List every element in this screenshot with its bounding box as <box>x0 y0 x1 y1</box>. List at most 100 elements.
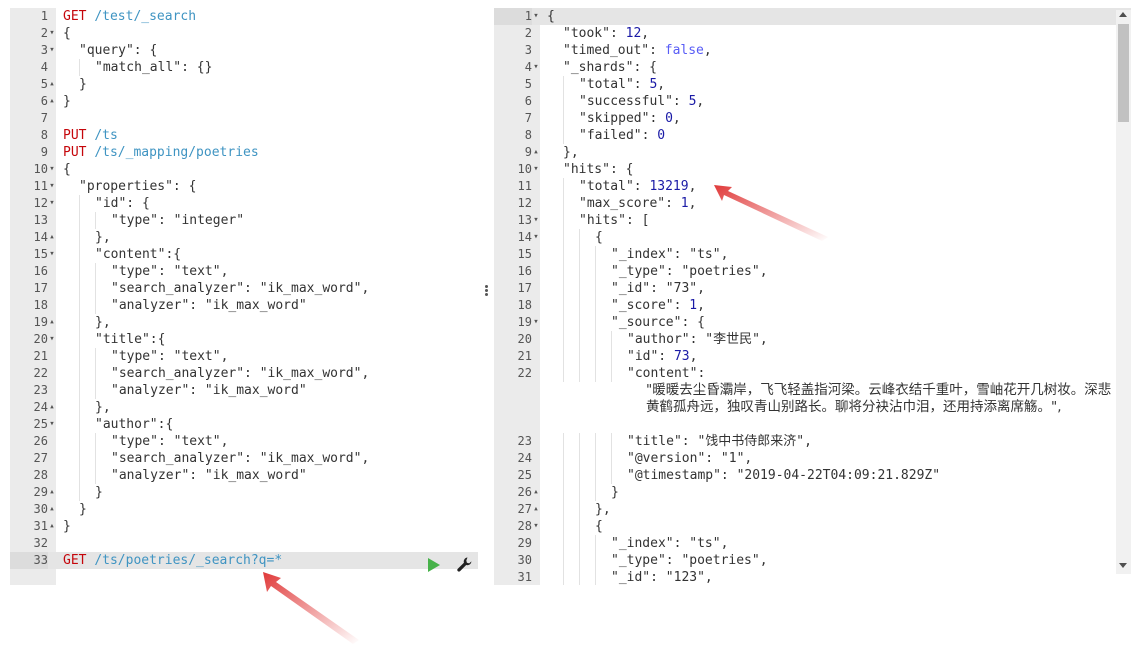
fold-toggle-icon[interactable]: ▴ <box>48 484 56 501</box>
response-viewer[interactable]: 1 ▾{2 "took": 12, 3 "timed_out": false, 4 ▾ "_s… <box>494 8 1131 585</box>
code-line[interactable]: 16 "type": "text", <box>10 263 478 280</box>
code-text[interactable]: "type": "text", <box>63 433 478 450</box>
code-text[interactable]: "analyzer": "ik_max_word" <box>63 297 478 314</box>
code-line[interactable]: 5 ▴} <box>10 76 478 93</box>
code-line[interactable]: 8 PUT /ts <box>10 127 478 144</box>
fold-toggle-icon[interactable]: ▴ <box>532 484 540 501</box>
fold-toggle-icon[interactable]: ▾ <box>48 246 56 263</box>
code-text[interactable]: } <box>63 76 478 93</box>
code-line[interactable]: 32 <box>10 535 478 552</box>
code-line[interactable]: 13 "type": "integer" <box>10 212 478 229</box>
code-text[interactable]: PUT /ts/_mapping/poetries <box>63 144 478 161</box>
code-line[interactable]: 15 ▾ "content":{ <box>10 246 478 263</box>
request-editor[interactable]: 1 GET /test/_search 2 ▾{3 ▾ "query": {4 "match… <box>10 8 478 585</box>
code-line[interactable]: 7 <box>10 110 478 127</box>
code-line[interactable]: 4 "match_all": {} <box>10 59 478 76</box>
code-line[interactable]: 1 GET /test/_search <box>10 8 478 25</box>
code-text[interactable]: "type": "text", <box>63 348 478 365</box>
code-text[interactable]: "search_analyzer": "ik_max_word", <box>63 280 478 297</box>
pane-resizer-handle[interactable] <box>483 284 489 298</box>
code-text[interactable]: PUT /ts <box>63 127 478 144</box>
fold-toggle-icon[interactable]: ▾ <box>532 518 540 535</box>
code-line[interactable]: 22 "search_analyzer": "ik_max_word", <box>10 365 478 382</box>
code-line[interactable]: 14 ▴}, <box>10 229 478 246</box>
code-line[interactable]: 25 ▾ "author":{ <box>10 416 478 433</box>
fold-toggle-icon[interactable]: ▴ <box>532 501 540 518</box>
code-line[interactable]: 17 "search_analyzer": "ik_max_word", <box>10 280 478 297</box>
wrench-icon[interactable] <box>456 556 472 574</box>
code-text[interactable]: "title":{ <box>63 331 478 348</box>
code-text[interactable]: { <box>63 25 478 42</box>
scrollbar-thumb[interactable] <box>1118 24 1129 122</box>
code-text[interactable]: "content":{ <box>63 246 478 263</box>
fold-toggle-icon[interactable]: ▾ <box>48 42 56 59</box>
code-line[interactable]: 19 ▴}, <box>10 314 478 331</box>
fold-toggle-icon[interactable]: ▾ <box>532 59 540 76</box>
fold-toggle-icon[interactable]: ▴ <box>532 144 540 161</box>
fold-toggle-icon[interactable]: ▴ <box>48 93 56 110</box>
code-line[interactable]: 2 ▾ { <box>10 25 478 42</box>
code-text[interactable]: }, <box>63 229 478 246</box>
request-lines[interactable]: 1 GET /test/_search 2 ▾{3 ▾ "query": {4 "match… <box>10 8 478 569</box>
code-text[interactable]: "match_all": {} <box>63 59 478 76</box>
fold-toggle-icon[interactable]: ▴ <box>48 399 56 416</box>
fold-toggle-icon[interactable]: ▾ <box>48 195 56 212</box>
code-text[interactable]: "type": "text", <box>63 263 478 280</box>
code-line[interactable]: 33 GET /ts/poetries/_search?q=* <box>10 552 478 569</box>
fold-toggle-icon[interactable]: ▾ <box>532 229 540 246</box>
code-line[interactable]: 31 ▴} <box>10 518 478 535</box>
code-line[interactable]: 3 ▾ "query": { <box>10 42 478 59</box>
code-text[interactable]: } <box>63 484 478 501</box>
code-line[interactable]: 30 ▴} <box>10 501 478 518</box>
code-line[interactable]: 10 ▾ { <box>10 161 478 178</box>
code-line[interactable]: 6 ▴} <box>10 93 478 110</box>
fold-toggle-icon[interactable]: ▾ <box>48 25 56 42</box>
code-text[interactable]: "search_analyzer": "ik_max_word", <box>63 450 478 467</box>
code-text[interactable]: "id": { <box>63 195 478 212</box>
fold-toggle-icon[interactable]: ▾ <box>532 212 540 229</box>
indent-guide <box>595 569 611 585</box>
code-line[interactable]: 12 ▾ "id": { <box>10 195 478 212</box>
code-text[interactable]: } <box>63 93 478 110</box>
code-text[interactable]: }, <box>63 399 478 416</box>
fold-toggle-icon[interactable]: ▴ <box>48 76 56 93</box>
fold-toggle-icon[interactable]: ▴ <box>48 314 56 331</box>
fold-toggle-icon[interactable]: ▴ <box>48 518 56 535</box>
code-text[interactable]: "analyzer": "ik_max_word" <box>63 382 478 399</box>
code-line[interactable]: 27 "search_analyzer": "ik_max_word", <box>10 450 478 467</box>
fold-toggle-icon[interactable]: ▾ <box>48 178 56 195</box>
code-text[interactable]: }, <box>63 314 478 331</box>
code-text[interactable]: "type": "integer" <box>63 212 478 229</box>
code-line[interactable]: 9 PUT /ts/_mapping/poetries <box>10 144 478 161</box>
code-text[interactable]: { <box>63 161 478 178</box>
code-line[interactable]: 28 "analyzer": "ik_max_word" <box>10 467 478 484</box>
code-text[interactable]: "search_analyzer": "ik_max_word", <box>63 365 478 382</box>
code-text[interactable]: } <box>63 501 478 518</box>
fold-toggle-icon[interactable]: ▾ <box>532 8 540 25</box>
code-text[interactable]: "author":{ <box>63 416 478 433</box>
code-text[interactable]: "analyzer": "ik_max_word" <box>63 467 478 484</box>
code-line[interactable]: 29 ▴} <box>10 484 478 501</box>
scroll-up-arrow-icon[interactable] <box>1119 12 1127 17</box>
code-line[interactable]: 20 ▾ "title":{ <box>10 331 478 348</box>
fold-toggle-icon[interactable]: ▴ <box>48 229 56 246</box>
code-line[interactable]: 11 ▾ "properties": { <box>10 178 478 195</box>
code-line[interactable]: 21 "type": "text", <box>10 348 478 365</box>
code-line[interactable]: 26 "type": "text", <box>10 433 478 450</box>
fold-toggle-icon[interactable]: ▾ <box>48 331 56 348</box>
fold-toggle-icon[interactable]: ▾ <box>48 416 56 433</box>
run-request-button[interactable] <box>428 558 440 572</box>
fold-toggle-icon[interactable]: ▾ <box>532 161 540 178</box>
scroll-down-arrow-icon[interactable] <box>1119 563 1127 568</box>
code-text[interactable]: GET /test/_search <box>63 8 478 25</box>
fold-toggle-icon[interactable]: ▾ <box>532 314 540 331</box>
code-text[interactable]: "query": { <box>63 42 478 59</box>
code-text[interactable]: "properties": { <box>63 178 478 195</box>
code-text[interactable]: GET /ts/poetries/_search?q=* <box>63 552 478 569</box>
code-text[interactable]: } <box>63 518 478 535</box>
fold-toggle-icon[interactable]: ▾ <box>48 161 56 178</box>
fold-toggle-icon[interactable]: ▴ <box>48 501 56 518</box>
code-line[interactable]: 23 "analyzer": "ik_max_word" <box>10 382 478 399</box>
code-line[interactable]: 24 ▴}, <box>10 399 478 416</box>
code-line[interactable]: 18 "analyzer": "ik_max_word" <box>10 297 478 314</box>
